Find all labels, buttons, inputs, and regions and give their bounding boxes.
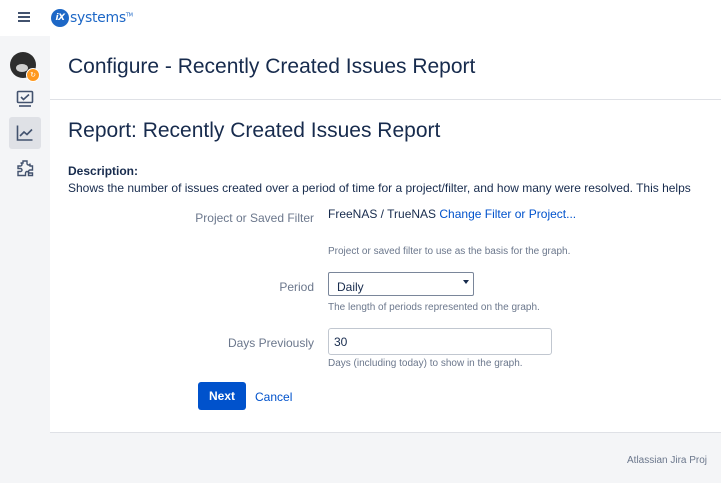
filter-hint: Project or saved filter to use as the ba… bbox=[328, 246, 571, 257]
description-text: Shows the number of issues created over … bbox=[68, 181, 691, 195]
logo-text: systemsTM bbox=[70, 10, 133, 26]
ixsystems-logo[interactable]: iX systemsTM bbox=[51, 7, 133, 29]
period-value: Daily bbox=[337, 280, 364, 294]
cancel-link[interactable]: Cancel bbox=[255, 390, 292, 404]
board-icon[interactable] bbox=[9, 83, 41, 115]
reports-icon[interactable] bbox=[9, 117, 41, 149]
next-button[interactable]: Next bbox=[198, 382, 246, 410]
menu-icon[interactable] bbox=[18, 12, 30, 22]
period-select[interactable]: Daily bbox=[328, 272, 474, 296]
description-label: Description: bbox=[68, 164, 139, 178]
filter-label: Project or Saved Filter bbox=[195, 211, 314, 225]
avatar-badge-icon: ↻ bbox=[26, 68, 40, 82]
avatar[interactable]: ↻ bbox=[10, 52, 40, 82]
logo-mark: iX bbox=[51, 9, 69, 27]
days-label: Days Previously bbox=[227, 336, 314, 350]
report-title: Report: Recently Created Issues Report bbox=[68, 119, 441, 142]
period-hint: The length of periods represented on the… bbox=[328, 302, 540, 313]
filter-name: FreeNAS / TrueNAS bbox=[328, 207, 437, 221]
top-bar: iX systemsTM bbox=[0, 0, 721, 36]
footer-text: Atlassian Jira Proj bbox=[627, 455, 708, 466]
filter-value: FreeNAS / TrueNAS Change Filter or Proje… bbox=[328, 207, 576, 221]
add-ons-icon[interactable] bbox=[9, 152, 41, 184]
page-title: Configure - Recently Created Issues Repo… bbox=[68, 55, 476, 78]
page-header: Configure - Recently Created Issues Repo… bbox=[50, 36, 721, 100]
days-previously-input[interactable] bbox=[328, 328, 552, 355]
chevron-down-icon bbox=[463, 280, 469, 284]
change-filter-link[interactable]: Change Filter or Project... bbox=[439, 207, 576, 221]
days-hint: Days (including today) to show in the gr… bbox=[328, 358, 523, 369]
period-label: Period bbox=[279, 280, 314, 294]
sidebar: ↻ bbox=[0, 36, 50, 483]
main-panel: Configure - Recently Created Issues Repo… bbox=[50, 36, 721, 433]
